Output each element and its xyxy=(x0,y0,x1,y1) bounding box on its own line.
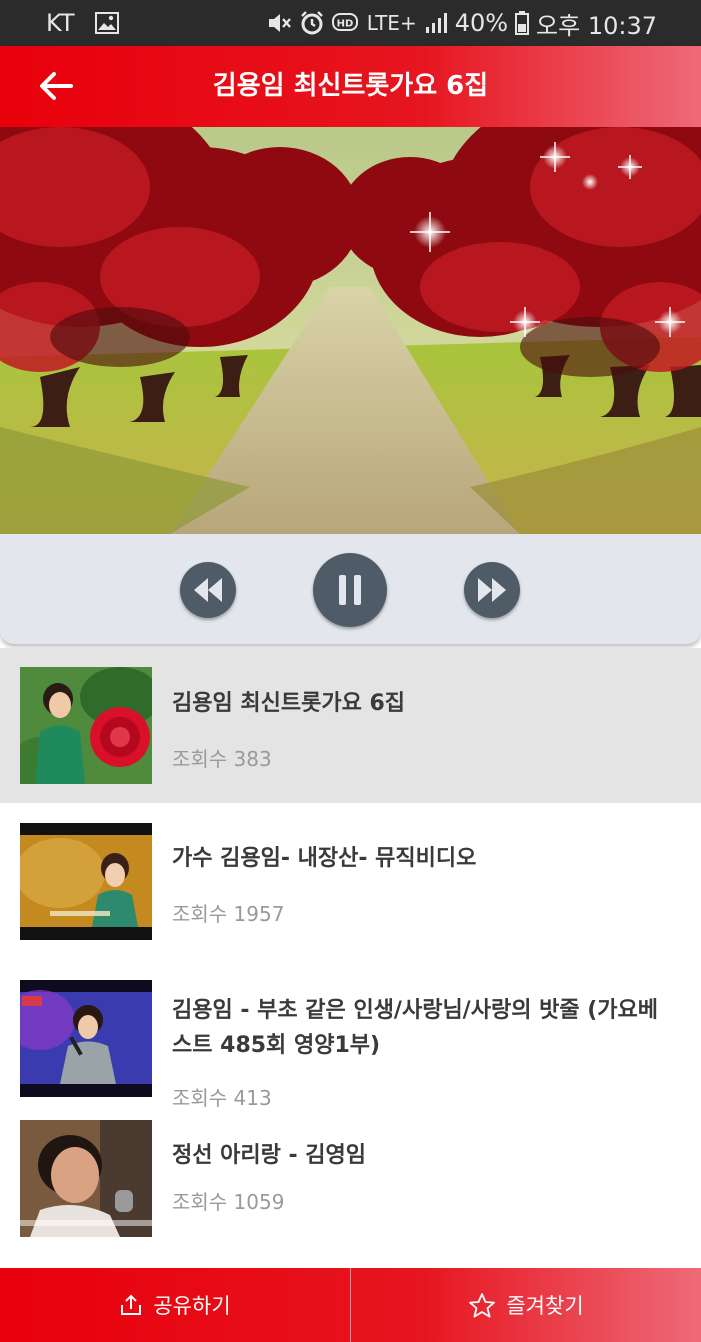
battery-percent: 40% xyxy=(454,9,509,37)
share-label: 공유하기 xyxy=(153,1294,231,1318)
list-item[interactable]: 정선 아리랑 - 김영임 조회수 1059 xyxy=(0,1118,701,1268)
share-button[interactable]: 공유하기 xyxy=(0,1268,350,1342)
carrier-label: KT xyxy=(46,9,75,37)
star-icon xyxy=(469,1293,496,1318)
svg-text:HD: HD xyxy=(336,19,353,30)
pause-button[interactable] xyxy=(313,553,387,627)
view-count: 조회수 1957 xyxy=(172,902,285,926)
favorite-button[interactable]: 즐겨찾기 xyxy=(351,1268,701,1342)
fast-forward-icon xyxy=(478,578,506,602)
next-button[interactable] xyxy=(464,562,520,618)
bottom-action-bar: 공유하기 즐겨찾기 xyxy=(0,1268,701,1342)
rewind-icon xyxy=(194,578,222,602)
video-thumbnail xyxy=(20,980,152,1097)
status-bar: KT HD LTE+ 40% 오후 10:37 xyxy=(0,0,701,46)
pause-icon xyxy=(339,575,361,605)
share-icon xyxy=(121,1294,142,1315)
alarm-icon xyxy=(299,10,325,36)
favorite-label: 즐겨찾기 xyxy=(506,1294,584,1318)
video-title: 정선 아리랑 - 김영임 xyxy=(172,1143,367,1168)
image-icon xyxy=(94,12,119,34)
list-item[interactable]: 김용임 최신트롯가요 6집 조회수 383 xyxy=(0,648,701,803)
app-header: 김용임 최신트롯가요 6집 xyxy=(0,46,701,127)
page-title: 김용임 최신트롯가요 6집 xyxy=(212,71,489,101)
video-thumbnail xyxy=(20,667,152,784)
back-button[interactable] xyxy=(32,62,80,110)
video-list: 김용임 최신트롯가요 6집 조회수 383 가수 김용임- 내장산- 뮤직비디오… xyxy=(0,648,701,1268)
video-title: 가수 김용임- 내장산- 뮤직비디오 xyxy=(172,846,477,871)
network-label: LTE+ xyxy=(366,11,417,35)
mute-icon xyxy=(266,11,292,35)
hd-icon: HD xyxy=(331,12,360,34)
arrow-left-icon xyxy=(40,72,73,100)
video-title: 김용임 - 부초 같은 인생/사랑님/사랑의 밧줄 (가요베스트 485회 영양… xyxy=(172,998,659,1058)
previous-button[interactable] xyxy=(180,562,236,618)
video-thumbnail xyxy=(20,1120,152,1237)
video-title: 김용임 최신트롯가요 6집 xyxy=(172,691,406,716)
view-count: 조회수 413 xyxy=(172,1086,272,1110)
player-controls xyxy=(0,534,701,644)
video-thumbnail xyxy=(20,823,152,940)
view-count: 조회수 1059 xyxy=(172,1190,285,1214)
clock-label: 오후 10:37 xyxy=(536,11,657,40)
list-item[interactable]: 가수 김용임- 내장산- 뮤직비디오 조회수 1957 xyxy=(0,803,701,958)
battery-icon xyxy=(515,11,530,35)
video-artwork[interactable] xyxy=(0,127,701,534)
signal-icon xyxy=(424,12,448,34)
list-item[interactable]: 김용임 - 부초 같은 인생/사랑님/사랑의 밧줄 (가요베스트 485회 영양… xyxy=(0,958,701,1118)
view-count: 조회수 383 xyxy=(172,747,272,771)
